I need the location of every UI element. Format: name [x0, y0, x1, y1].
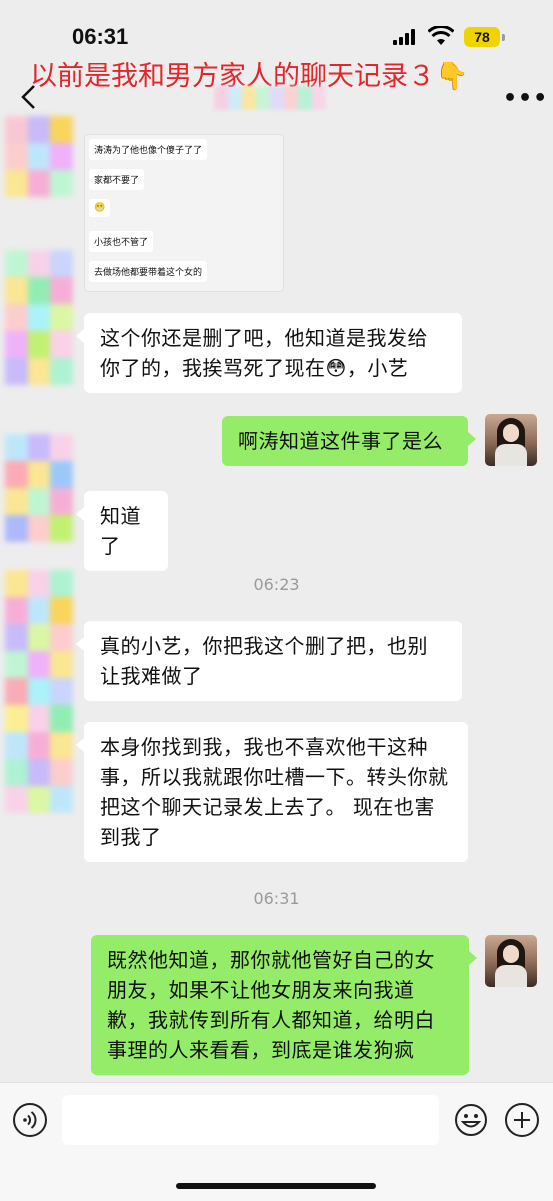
- contact-name-mosaic: [214, 86, 326, 110]
- message-bubble[interactable]: 知道了: [76, 491, 168, 571]
- my-avatar[interactable]: [485, 414, 537, 466]
- home-indicator: [176, 1183, 376, 1189]
- back-chevron-icon[interactable]: [16, 82, 42, 112]
- message-bubble[interactable]: 啊涛知道这件事了是么: [222, 416, 476, 466]
- my-avatar[interactable]: [485, 935, 537, 987]
- screenshot-message: 家都不要了: [89, 169, 145, 190]
- voice-input-icon[interactable]: [13, 1103, 47, 1137]
- message-input[interactable]: [62, 1095, 439, 1145]
- screenshot-message: 😬: [89, 199, 111, 217]
- add-attachment-icon[interactable]: [505, 1103, 539, 1137]
- more-options-icon[interactable]: •••: [503, 86, 548, 111]
- wifi-icon: [428, 26, 454, 45]
- contact-avatar[interactable]: [5, 570, 74, 813]
- contact-avatar[interactable]: [5, 250, 74, 385]
- contact-avatar[interactable]: [5, 116, 74, 197]
- emoji-icon[interactable]: [454, 1103, 488, 1137]
- contact-avatar[interactable]: [5, 434, 74, 542]
- message-timestamp: 06:23: [253, 575, 300, 594]
- status-bar: 06:31 78: [0, 0, 553, 60]
- message-bubble[interactable]: 这个你还是删了吧，他知道是我发给你了的，我挨骂死了现在😳，小艺: [76, 313, 462, 393]
- message-bubble[interactable]: 本身你找到我，我也不喜欢他干这种事，所以我就跟你吐槽一下。转头你就把这个聊天记录…: [76, 722, 468, 862]
- message-timestamp: 06:31: [253, 889, 300, 908]
- screenshot-message: 小孩也不管了: [89, 231, 154, 252]
- message-bubble[interactable]: 既然他知道，那你就他管好自己的女朋友，如果不让他女朋友来向我道歉，我就传到所有人…: [91, 935, 477, 1075]
- screenshot-message: 去做场他都要带着这个女的: [89, 261, 208, 282]
- signal-icon: [393, 29, 419, 45]
- status-time: 06:31: [72, 24, 129, 49]
- battery-indicator: 78: [464, 27, 505, 47]
- message-bubble[interactable]: 真的小艺，你把我这个删了把，也别让我难做了: [76, 621, 462, 701]
- screenshot-message: 涛涛为了他也像个傻子了了: [89, 139, 208, 160]
- shared-screenshot-image[interactable]: 涛涛为了他也像个傻子了了 家都不要了 😬 小孩也不管了 去做场他都要带着这个女的: [84, 134, 284, 292]
